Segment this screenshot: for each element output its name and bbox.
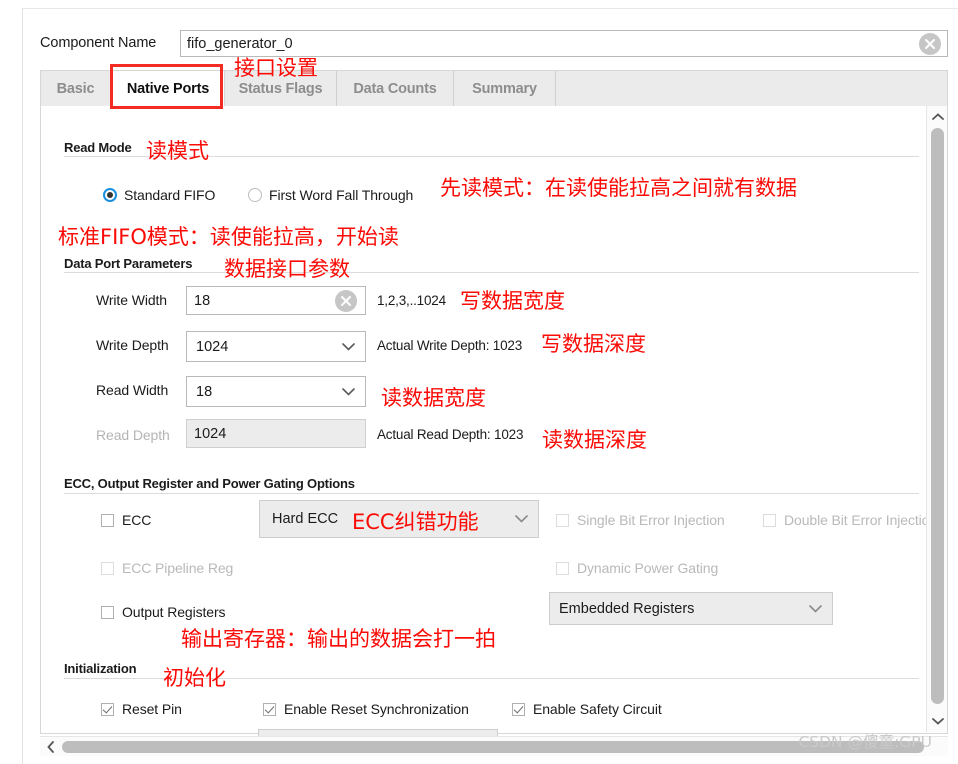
write-width-value: 18	[194, 292, 211, 309]
annotation-read-width: 读数据宽度	[381, 386, 486, 410]
section-ecc-rule	[64, 493, 919, 494]
section-ecc-title: ECC, Output Register and Power Gating Op…	[64, 476, 355, 491]
horizontal-scrollbar-thumb[interactable]	[62, 741, 924, 753]
tab-native-ports-label: Native Ports	[126, 81, 210, 97]
checkbox-ecc-box[interactable]	[101, 513, 114, 527]
checkbox-enable-safety-circuit-label: Enable Safety Circuit	[533, 701, 662, 717]
tab-summary-label: Summary	[472, 80, 537, 97]
write-depth-hint: Actual Write Depth: 1023	[377, 338, 523, 353]
checkbox-enable-safety-circuit-box[interactable]	[512, 702, 525, 716]
annotation-data-port-parameters: 数据接口参数	[224, 257, 350, 281]
component-name-value: fifo_generator_0	[187, 36, 293, 52]
checkbox-double-bit-error-injection-box	[763, 513, 776, 527]
radio-standard-fifo[interactable]: Standard FIFO	[103, 187, 215, 203]
tab-basic[interactable]: Basic	[41, 71, 111, 106]
checkbox-ecc[interactable]: ECC	[101, 512, 151, 528]
checkbox-single-bit-error-injection: Single Bit Error Injection	[556, 512, 725, 528]
checkbox-dynamic-power-gating: Dynamic Power Gating	[556, 560, 718, 576]
write-depth-combo[interactable]: 1024	[186, 331, 366, 362]
checkbox-reset-pin-label: Reset Pin	[122, 701, 182, 717]
annotation-write-depth: 写数据深度	[541, 332, 646, 356]
chevron-down-icon[interactable]	[927, 712, 947, 730]
radio-standard-fifo-label: Standard FIFO	[124, 187, 216, 203]
write-width-hint: 1,2,3,..1024	[377, 293, 446, 308]
section-initialization-title: Initialization	[64, 661, 137, 676]
checkbox-reset-pin-box[interactable]	[101, 702, 114, 716]
checkbox-output-registers[interactable]: Output Registers	[101, 604, 226, 620]
checkbox-double-bit-error-injection: Double Bit Error Injection	[763, 512, 927, 528]
radio-first-word-fall-through[interactable]: First Word Fall Through	[248, 187, 413, 203]
checkbox-ecc-pipeline-reg-box	[101, 561, 114, 575]
checkbox-reset-pin[interactable]: Reset Pin	[101, 701, 182, 717]
radio-standard-fifo-indicator[interactable]	[103, 188, 117, 202]
checkbox-single-bit-error-injection-label: Single Bit Error Injection	[577, 512, 725, 528]
checkbox-enable-reset-synchronization[interactable]: Enable Reset Synchronization	[263, 701, 469, 717]
checkbox-output-registers-label: Output Registers	[122, 604, 226, 620]
vertical-scrollbar[interactable]	[926, 106, 947, 732]
annotation-read-depth: 读数据深度	[542, 428, 647, 452]
tab-status-flags-label: Status Flags	[238, 80, 323, 97]
output-register-type-value: Embedded Registers	[559, 600, 695, 617]
chevron-down-icon[interactable]	[342, 383, 355, 401]
tab-bar: Basic Native Ports Status Flags Data Cou…	[40, 70, 948, 107]
radio-first-word-fall-through-indicator[interactable]	[248, 188, 262, 202]
annotation-ecc-function: ECC纠错功能	[352, 510, 479, 534]
chevron-down-icon[interactable]	[342, 338, 355, 356]
write-depth-value: 1024	[196, 338, 229, 355]
section-read-mode-title: Read Mode	[64, 140, 132, 155]
chevron-down-icon[interactable]	[515, 510, 528, 528]
annotation-write-width: 写数据宽度	[460, 289, 565, 313]
annotation-standard-fifo-description: 标准FIFO模式：读使能拉高，开始读	[58, 225, 399, 249]
read-width-value: 18	[196, 383, 213, 400]
chevron-down-icon[interactable]	[809, 600, 822, 618]
checkbox-ecc-pipeline-reg-label: ECC Pipeline Reg	[122, 560, 234, 576]
output-register-type-combo[interactable]: Embedded Registers	[549, 592, 833, 625]
component-name-row: Component Name fifo_generator_0	[40, 30, 948, 58]
checkbox-enable-safety-circuit[interactable]: Enable Safety Circuit	[512, 701, 662, 717]
read-depth-label: Read Depth	[96, 427, 170, 443]
annotation-read-mode: 读模式	[146, 139, 209, 163]
watermark: CSDN @傻童:GPU	[798, 733, 932, 751]
chevron-left-icon[interactable]	[42, 737, 60, 756]
annotation-interface-settings: 接口设置	[234, 56, 318, 80]
ecc-mode-value: Hard ECC	[272, 511, 339, 527]
fifo-generator-dialog: Component Name fifo_generator_0 Basic Na…	[0, 0, 958, 764]
checkbox-enable-reset-synchronization-box[interactable]	[263, 702, 276, 716]
read-depth-hint: Actual Read Depth: 1023	[377, 427, 524, 442]
component-name-label: Component Name	[40, 35, 157, 51]
checkbox-single-bit-error-injection-box	[556, 513, 569, 527]
chevron-up-icon[interactable]	[927, 108, 947, 126]
section-data-port-title: Data Port Parameters	[64, 256, 193, 271]
tab-data-counts[interactable]: Data Counts	[337, 71, 454, 106]
clear-circle-icon[interactable]	[335, 289, 357, 312]
write-depth-label: Write Depth	[96, 337, 169, 353]
read-width-label: Read Width	[96, 382, 169, 398]
tab-native-ports[interactable]: Native Ports	[111, 71, 225, 107]
checkbox-dynamic-power-gating-box	[556, 561, 569, 575]
tab-basic-label: Basic	[56, 80, 95, 97]
read-width-combo[interactable]: 18	[186, 376, 366, 407]
tab-summary[interactable]: Summary	[454, 71, 556, 106]
annotation-fwft-description: 先读模式：在读使能拉高之间就有数据	[440, 176, 797, 200]
checkbox-dynamic-power-gating-label: Dynamic Power Gating	[577, 560, 719, 576]
write-width-label: Write Width	[96, 292, 167, 308]
checkbox-ecc-pipeline-reg: ECC Pipeline Reg	[101, 560, 233, 576]
checkbox-ecc-label: ECC	[122, 512, 152, 528]
annotation-output-registers-description: 输出寄存器：输出的数据会打一拍	[181, 627, 496, 651]
read-depth-input: 1024	[186, 419, 366, 448]
clear-circle-icon[interactable]	[919, 33, 941, 55]
radio-first-word-fall-through-label: First Word Fall Through	[269, 187, 414, 203]
vertical-scrollbar-thumb[interactable]	[931, 128, 944, 704]
section-data-port-rule	[64, 272, 919, 273]
read-depth-value: 1024	[194, 425, 227, 442]
checkbox-output-registers-box[interactable]	[101, 605, 114, 619]
annotation-initialization: 初始化	[163, 666, 226, 690]
write-width-input[interactable]: 18	[186, 286, 366, 315]
checkbox-enable-reset-synchronization-label: Enable Reset Synchronization	[284, 701, 469, 717]
tab-data-counts-label: Data Counts	[353, 80, 437, 97]
checkbox-double-bit-error-injection-label: Double Bit Error Injection	[784, 512, 927, 528]
